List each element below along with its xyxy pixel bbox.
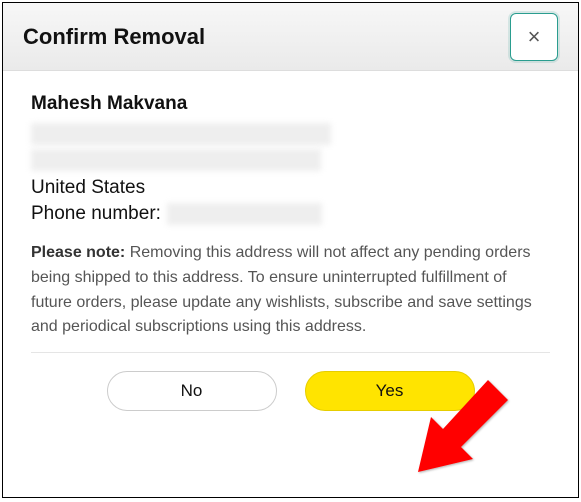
address-name: Mahesh Makvana — [31, 93, 550, 115]
confirm-removal-dialog: Confirm Removal × Mahesh Makvana United … — [2, 2, 579, 498]
divider — [31, 352, 550, 353]
yes-button-label: Yes — [376, 381, 404, 401]
dialog-content: Mahesh Makvana United States Phone numbe… — [3, 71, 578, 431]
dialog-header: Confirm Removal × — [3, 3, 578, 71]
no-button-label: No — [181, 381, 203, 401]
removal-note: Please note: Removing this address will … — [31, 241, 550, 340]
phone-label: Phone number: — [31, 203, 161, 225]
dialog-title: Confirm Removal — [23, 24, 205, 50]
phone-redacted — [167, 203, 322, 225]
close-icon: × — [528, 24, 541, 50]
yes-button[interactable]: Yes — [305, 371, 475, 411]
note-label: Please note: — [31, 244, 125, 261]
address-country: United States — [31, 177, 550, 199]
button-row: No Yes — [31, 371, 550, 421]
phone-row: Phone number: — [31, 203, 550, 225]
address-line-redacted — [31, 149, 321, 171]
no-button[interactable]: No — [107, 371, 277, 411]
address-line-redacted — [31, 123, 331, 145]
close-button[interactable]: × — [510, 13, 558, 61]
